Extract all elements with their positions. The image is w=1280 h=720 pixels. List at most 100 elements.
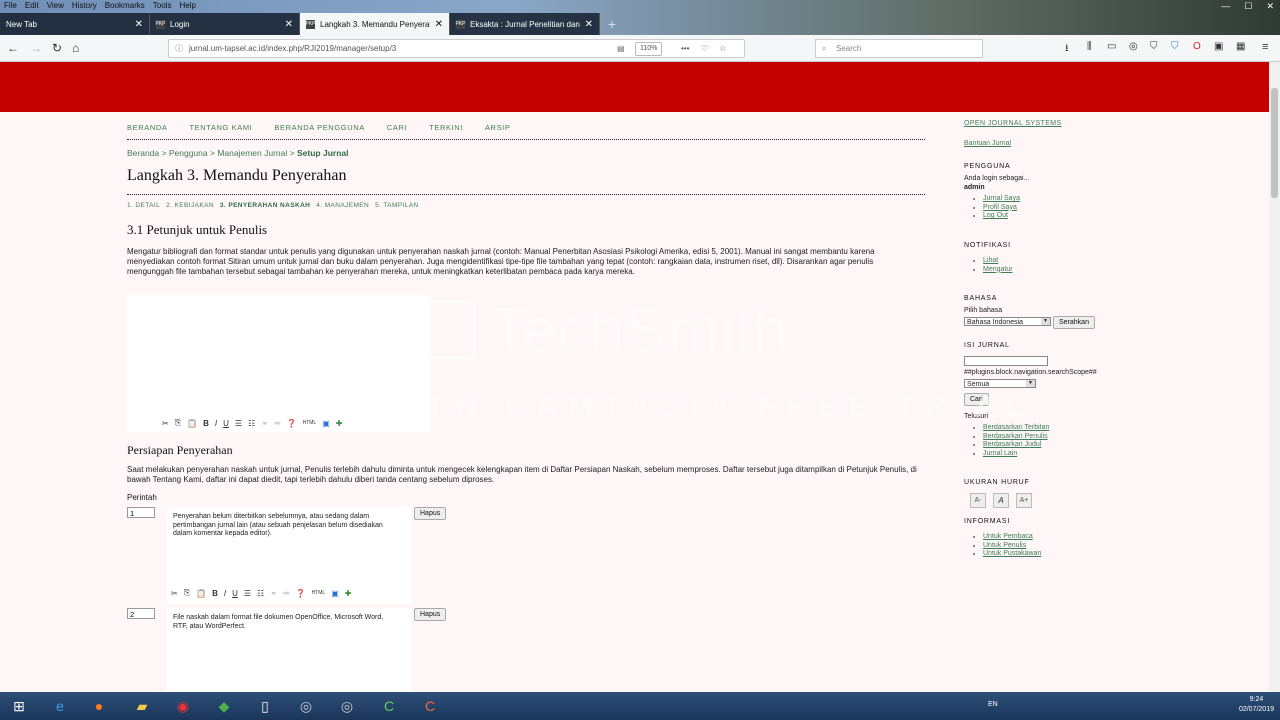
journal-search-input[interactable] [964, 356, 1048, 366]
nav-arsip[interactable]: ARSIP [485, 123, 511, 132]
checklist-order-input[interactable]: 1 [127, 507, 155, 518]
app-green-icon[interactable]: ◆ [207, 695, 241, 717]
camtasia-icon[interactable]: C [372, 695, 406, 717]
page-actions-icon[interactable]: ••• [681, 40, 689, 57]
link-mengatur[interactable]: Mengatur [983, 266, 1013, 275]
menu-view[interactable]: View [47, 0, 64, 12]
tab-langkah-3[interactable]: PKP Langkah 3. Memandu Penyerah ✕ [300, 13, 450, 35]
reload-icon[interactable]: ↻ [52, 41, 62, 55]
ojs-link[interactable]: OPEN JOURNAL SYSTEMS [964, 120, 1062, 127]
menu-bookmarks[interactable]: Bookmarks [105, 0, 145, 12]
step-detail[interactable]: 1. DETAIL [127, 202, 160, 209]
search-scope-select[interactable]: Semua ▼ [964, 379, 1036, 388]
step-manajemen[interactable]: 4. MANAJEMEN [316, 202, 369, 209]
breadcrumb-beranda[interactable]: Beranda [127, 148, 159, 158]
hamburger-menu-icon[interactable]: ≡ [1262, 41, 1268, 53]
breadcrumb-manajemen-jurnal[interactable]: Manajemen Jurnal [217, 148, 287, 158]
menu-edit[interactable]: Edit [25, 0, 39, 12]
minimize-icon[interactable]: — [1221, 0, 1230, 12]
new-tab-plus-icon[interactable]: + [600, 13, 624, 35]
image-icon[interactable]: ▣ [331, 589, 339, 598]
close-tab-icon[interactable]: ✕ [135, 19, 143, 30]
numbered-list-icon[interactable]: ☷ [257, 589, 264, 598]
bold-button[interactable]: B [212, 589, 218, 598]
link-by-author[interactable]: Berdasarkan Penulis [983, 433, 1049, 442]
link-profil-saya[interactable]: Profil Saya [983, 204, 1020, 213]
language-select[interactable]: Bahasa Indonesia ▼ [964, 317, 1051, 326]
step-kebijakan[interactable]: 2. KEBIJAKAN [166, 202, 214, 209]
vpn-shield-icon[interactable]: ⛉ [1171, 41, 1179, 52]
nav-cari[interactable]: CARI [387, 123, 407, 132]
link-for-readers[interactable]: Untuk Pembaca [983, 533, 1041, 542]
link-icon[interactable]: ⚭ [270, 589, 277, 598]
forward-arrow-icon[interactable]: → [30, 41, 42, 55]
upload-icon[interactable]: ✚ [345, 589, 352, 598]
nav-tentang-kami[interactable]: TENTANG KAMI [189, 123, 252, 132]
font-default-button[interactable]: A [993, 493, 1009, 508]
opera-icon[interactable]: O [1193, 41, 1201, 52]
link-log-out[interactable]: Log Out [983, 212, 1020, 221]
url-text[interactable]: jurnal.um-tapsel.ac.id/index.php/RJI2019… [189, 40, 396, 57]
start-button-icon[interactable]: ⊞ [2, 695, 36, 717]
addon-icon[interactable]: ▣ [1214, 41, 1223, 52]
checklist-order-input[interactable]: 2 [127, 608, 155, 619]
font-smaller-button[interactable]: A- [970, 493, 986, 508]
language-submit-button[interactable]: Serahkan [1053, 316, 1095, 329]
copy-icon[interactable]: ⎘ [184, 588, 190, 598]
checklist-item-text[interactable]: Penyerahan belum diterbitkan sebelumnya,… [173, 513, 395, 539]
link-jurnal-saya[interactable]: Jurnal Saya [983, 195, 1020, 204]
paste-icon[interactable]: 📋 [187, 419, 197, 428]
checklist-item-text[interactable]: File naskah dalam format file dokumen Op… [173, 614, 395, 631]
chrome-icon[interactable]: ◉ [166, 695, 200, 717]
nav-terkini[interactable]: TERKINI [429, 123, 463, 132]
menu-file[interactable]: File [4, 0, 17, 12]
library-icon[interactable]: ⫼ [1087, 41, 1092, 52]
step-penyerahan-naskah[interactable]: 3. PENYERAHAN NASKAH [220, 202, 310, 209]
copy-icon[interactable]: ⎘ [175, 418, 181, 428]
italic-button[interactable]: I [224, 589, 226, 598]
bold-button[interactable]: B [203, 419, 209, 428]
internet-explorer-icon[interactable]: e [43, 695, 77, 717]
pocket-icon[interactable]: ♡ [701, 40, 708, 57]
browser-search-box[interactable]: ⌕ Search [815, 39, 983, 58]
font-larger-button[interactable]: A+ [1016, 493, 1032, 508]
delete-checklist-button[interactable]: Hapus [414, 507, 447, 520]
step-tampilan[interactable]: 5. TAMPILAN [375, 202, 419, 209]
nav-beranda[interactable]: BERANDA [127, 123, 167, 132]
journal-help-link[interactable]: Bantuan Jurnal [964, 140, 1011, 147]
download-icon[interactable]: ⭳ [1065, 41, 1069, 58]
menu-tools[interactable]: Tools [153, 0, 172, 12]
maximize-icon[interactable]: ☐ [1244, 0, 1252, 12]
zoom-level[interactable]: 110% [635, 42, 663, 56]
link-by-title[interactable]: Berdasarkan Judul [983, 441, 1049, 450]
app-disc-icon[interactable]: ◎ [289, 695, 323, 717]
reader-view-icon[interactable]: ▤ [617, 40, 625, 57]
recorder-icon[interactable]: C [413, 695, 447, 717]
close-tab-icon[interactable]: ✕ [285, 19, 293, 30]
close-tab-icon[interactable]: ✕ [585, 19, 593, 30]
back-arrow-icon[interactable]: ← [7, 41, 19, 55]
language-indicator[interactable]: EN [988, 701, 998, 708]
italic-button[interactable]: I [215, 419, 217, 428]
link-other-journals[interactable]: Jurnal Lain [983, 450, 1049, 459]
delete-checklist-button[interactable]: Hapus [414, 608, 447, 621]
tab-new-tab[interactable]: New Tab ✕ [0, 13, 150, 35]
tab-eksakta[interactable]: PKP Eksakta : Jurnal Penelitian dan P ✕ [450, 13, 600, 35]
shield-icon[interactable]: ⛉ [1150, 41, 1158, 52]
nav-beranda-pengguna[interactable]: BERANDA PENGGUNA [274, 123, 364, 132]
link-by-issue[interactable]: Berdasarkan Terbitan [983, 424, 1049, 433]
document-icon[interactable]: ▯ [248, 695, 282, 717]
page-scrollbar[interactable] [1269, 62, 1280, 692]
close-tab-icon[interactable]: ✕ [435, 19, 443, 30]
link-for-authors[interactable]: Untuk Penulis [983, 542, 1041, 551]
menu-history[interactable]: History [72, 0, 97, 12]
paste-icon[interactable]: 📋 [196, 589, 206, 598]
sidebar-icon[interactable]: ▭ [1107, 41, 1116, 52]
link-lihat[interactable]: Lihat [983, 257, 1013, 266]
extension-icon[interactable]: ◎ [1129, 41, 1138, 52]
addon-grid-icon[interactable]: ▦ [1236, 41, 1245, 52]
unlink-icon[interactable]: ⚮ [283, 589, 290, 598]
link-for-librarians[interactable]: Untuk Pustakawan [983, 550, 1041, 559]
bookmark-star-icon[interactable]: ☆ [719, 40, 726, 57]
info-icon[interactable]: ⓘ [175, 40, 183, 57]
